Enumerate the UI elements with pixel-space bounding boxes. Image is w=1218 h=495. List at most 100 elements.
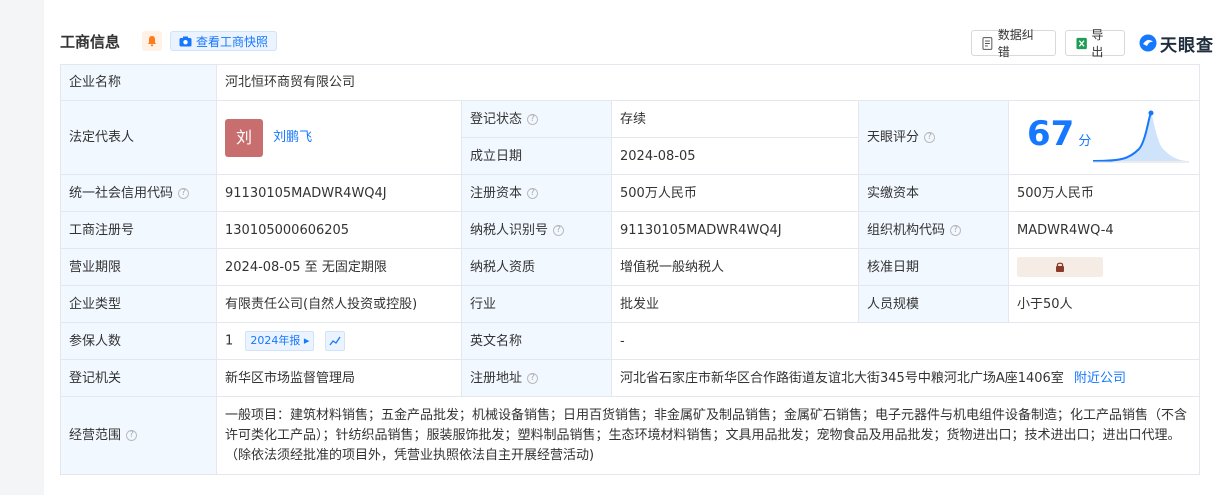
tianyancha-logo-icon (1139, 34, 1157, 52)
export-button[interactable]: 导出 (1065, 28, 1125, 59)
taxpayer-id-label: 纳税人识别号 (470, 222, 549, 238)
section-header: 工商信息 查看工商快照 数据纠错 导出 天眼查 (60, 28, 1218, 59)
biz-reg-no-label: 工商注册号 (60, 211, 217, 249)
address-label: 注册地址 (470, 370, 523, 386)
term-value: 2024-08-05 至 无固定期限 (216, 248, 462, 286)
org-code-value: MADWR4WQ-4 (1007, 211, 1201, 249)
scope-value: 一般项目：建筑材料销售；五金产品批发；机械设备销售；日用百货销售；非金属矿及制品… (215, 396, 1201, 475)
insured-cell: 1 2024年报 ▸ (216, 322, 462, 360)
table-row: 参保人数 1 2024年报 ▸ 英文名称 - (60, 322, 1201, 360)
insured-label: 参保人数 (60, 322, 217, 360)
help-icon[interactable]: ? (924, 132, 936, 143)
table-row: 统一社会信用代码? 91130105MADWR4WQ4J 注册资本? 500万人… (60, 174, 1201, 212)
table-row: 经营范围? 一般项目：建筑材料销售；五金产品批发；机械设备销售；日用百货销售；非… (60, 396, 1201, 475)
found-date-value: 2024-08-05 (611, 137, 859, 175)
scope-label-cell: 经营范围? (60, 396, 217, 475)
table-row: 企业类型 有限责任公司(自然人投资或控股) 行业 批发业 人员规模 小于50人 (60, 285, 1201, 323)
table-row: 登记机关 新华区市场监督管理局 注册地址? 河北省石家庄市新华区合作路街道友谊北… (60, 359, 1201, 397)
doc-icon (982, 36, 993, 50)
trend-icon (329, 336, 341, 346)
credit-code-value: 91130105MADWR4WQ4J (216, 174, 462, 212)
help-icon[interactable]: ? (178, 187, 190, 199)
reg-capital-value: 500万人民币 (611, 174, 859, 212)
help-icon[interactable]: ? (126, 430, 138, 441)
data-correction-label: 数据纠错 (997, 28, 1034, 59)
staff-size-value: 小于50人 (1007, 285, 1201, 323)
taxpayer-id-label-cell: 纳税人识别号? (461, 211, 612, 249)
reg-status-label: 登记状态 (470, 111, 523, 127)
help-icon[interactable]: ? (553, 224, 565, 236)
nearby-companies-link[interactable]: 附近公司 (1074, 371, 1126, 386)
annual-report-dropdown[interactable]: 2024年报 ▸ (245, 331, 315, 352)
legal-rep-link[interactable]: 刘鹏飞 (273, 130, 312, 145)
score-cell[interactable]: 67 分 (1007, 100, 1201, 175)
approve-date-label: 核准日期 (858, 248, 1009, 286)
taxpayer-type-label: 纳税人资质 (461, 248, 612, 286)
approve-date-cell (1007, 248, 1201, 286)
table-row: 工商注册号 130105000606205 纳税人识别号? 91130105MA… (60, 211, 1201, 249)
table-row: 企业名称 河北恒环商贸有限公司 (60, 64, 1201, 101)
found-date-label: 成立日期 (461, 137, 612, 175)
help-icon[interactable]: ? (527, 113, 539, 125)
trend-button[interactable] (324, 330, 345, 351)
bell-icon (148, 36, 156, 47)
score-label: 天眼评分 (867, 130, 920, 145)
view-snapshot-button[interactable]: 查看工商快照 (170, 31, 278, 51)
section-title: 工商信息 (60, 33, 121, 51)
credit-code-label: 统一社会信用代码 (69, 185, 174, 201)
avatar: 刘 (225, 118, 263, 157)
company-name-label: 企业名称 (60, 64, 217, 101)
excel-icon (1076, 37, 1087, 49)
tianyancha-logo: 天眼查 (1138, 30, 1214, 56)
org-code-label: 组织机构代码 (867, 222, 946, 238)
paid-capital-label: 实缴资本 (858, 174, 1009, 212)
help-icon[interactable]: ? (527, 372, 539, 384)
authority-label: 登记机关 (60, 359, 217, 397)
follow-button[interactable] (142, 31, 162, 51)
paid-capital-value: 500万人民币 (1007, 174, 1201, 212)
english-name-label: 英文名称 (461, 322, 612, 360)
term-label: 营业期限 (60, 248, 217, 286)
help-icon[interactable]: ? (950, 224, 962, 236)
legal-rep-label: 法定代表人 (60, 100, 217, 175)
org-code-label-cell: 组织机构代码? (858, 211, 1009, 249)
taxpayer-id-value: 91130105MADWR4WQ4J (611, 211, 859, 249)
address-value: 河北省石家庄市新华区合作路街道友谊北大街345号中粮河北广场A座1406室 (620, 370, 1064, 386)
locked-value[interactable] (1017, 257, 1103, 277)
lock-icon (1056, 262, 1064, 272)
industry-value: 批发业 (611, 285, 859, 323)
industry-label: 行业 (461, 285, 612, 323)
brand-name: 天眼查 (1160, 35, 1214, 56)
view-snapshot-label: 查看工商快照 (196, 34, 269, 49)
english-name-value: - (610, 322, 1201, 360)
authority-value: 新华区市场监督管理局 (216, 359, 462, 397)
legal-rep-cell: 刘 刘鹏飞 (216, 100, 462, 175)
business-info-card: 工商信息 查看工商快照 数据纠错 导出 天眼查 企业名称 河北恒环商贸有限公司 … (44, 0, 1218, 495)
score-label-cell: 天眼评分? (858, 100, 1009, 175)
annual-report-label: 2024年报 (250, 334, 301, 348)
staff-size-label: 人员规模 (858, 285, 1009, 323)
score-value: 67 (1027, 113, 1075, 154)
export-label: 导出 (1091, 28, 1104, 59)
table-row: 营业期限 2024-08-05 至 无固定期限 纳税人资质 增值税一般纳税人 核… (60, 248, 1201, 286)
address-label-cell: 注册地址? (461, 359, 612, 397)
scope-label: 经营范围 (69, 428, 122, 443)
company-type-label: 企业类型 (60, 285, 217, 323)
company-type-value: 有限责任公司(自然人投资或控股) (216, 285, 462, 323)
table-row: 法定代表人 刘 刘鹏飞 登记状态? 存续 天眼评分? 67 分 (60, 100, 1201, 175)
company-name-value: 河北恒环商贸有限公司 (215, 64, 1201, 101)
reg-capital-label-cell: 注册资本? (461, 174, 612, 212)
score-unit: 分 (1078, 133, 1092, 149)
data-correction-button[interactable]: 数据纠错 (971, 28, 1056, 59)
business-info-table: 企业名称 河北恒环商贸有限公司 法定代表人 刘 刘鹏飞 登记状态? 存续 天眼评… (60, 64, 1201, 475)
reg-status-value: 存续 (611, 100, 859, 138)
camera-icon (179, 36, 192, 46)
credit-code-label-cell: 统一社会信用代码? (60, 174, 217, 212)
address-cell: 河北省石家庄市新华区合作路街道友谊北大街345号中粮河北广场A座1406室 附近… (610, 359, 1201, 397)
reg-capital-label: 注册资本 (470, 185, 523, 201)
taxpayer-type-value: 增值税一般纳税人 (611, 248, 859, 286)
help-icon[interactable]: ? (527, 187, 539, 199)
reg-status-label-cell: 登记状态? (461, 100, 612, 138)
insured-value: 1 (225, 333, 234, 349)
score-distribution-chart (1093, 110, 1190, 163)
